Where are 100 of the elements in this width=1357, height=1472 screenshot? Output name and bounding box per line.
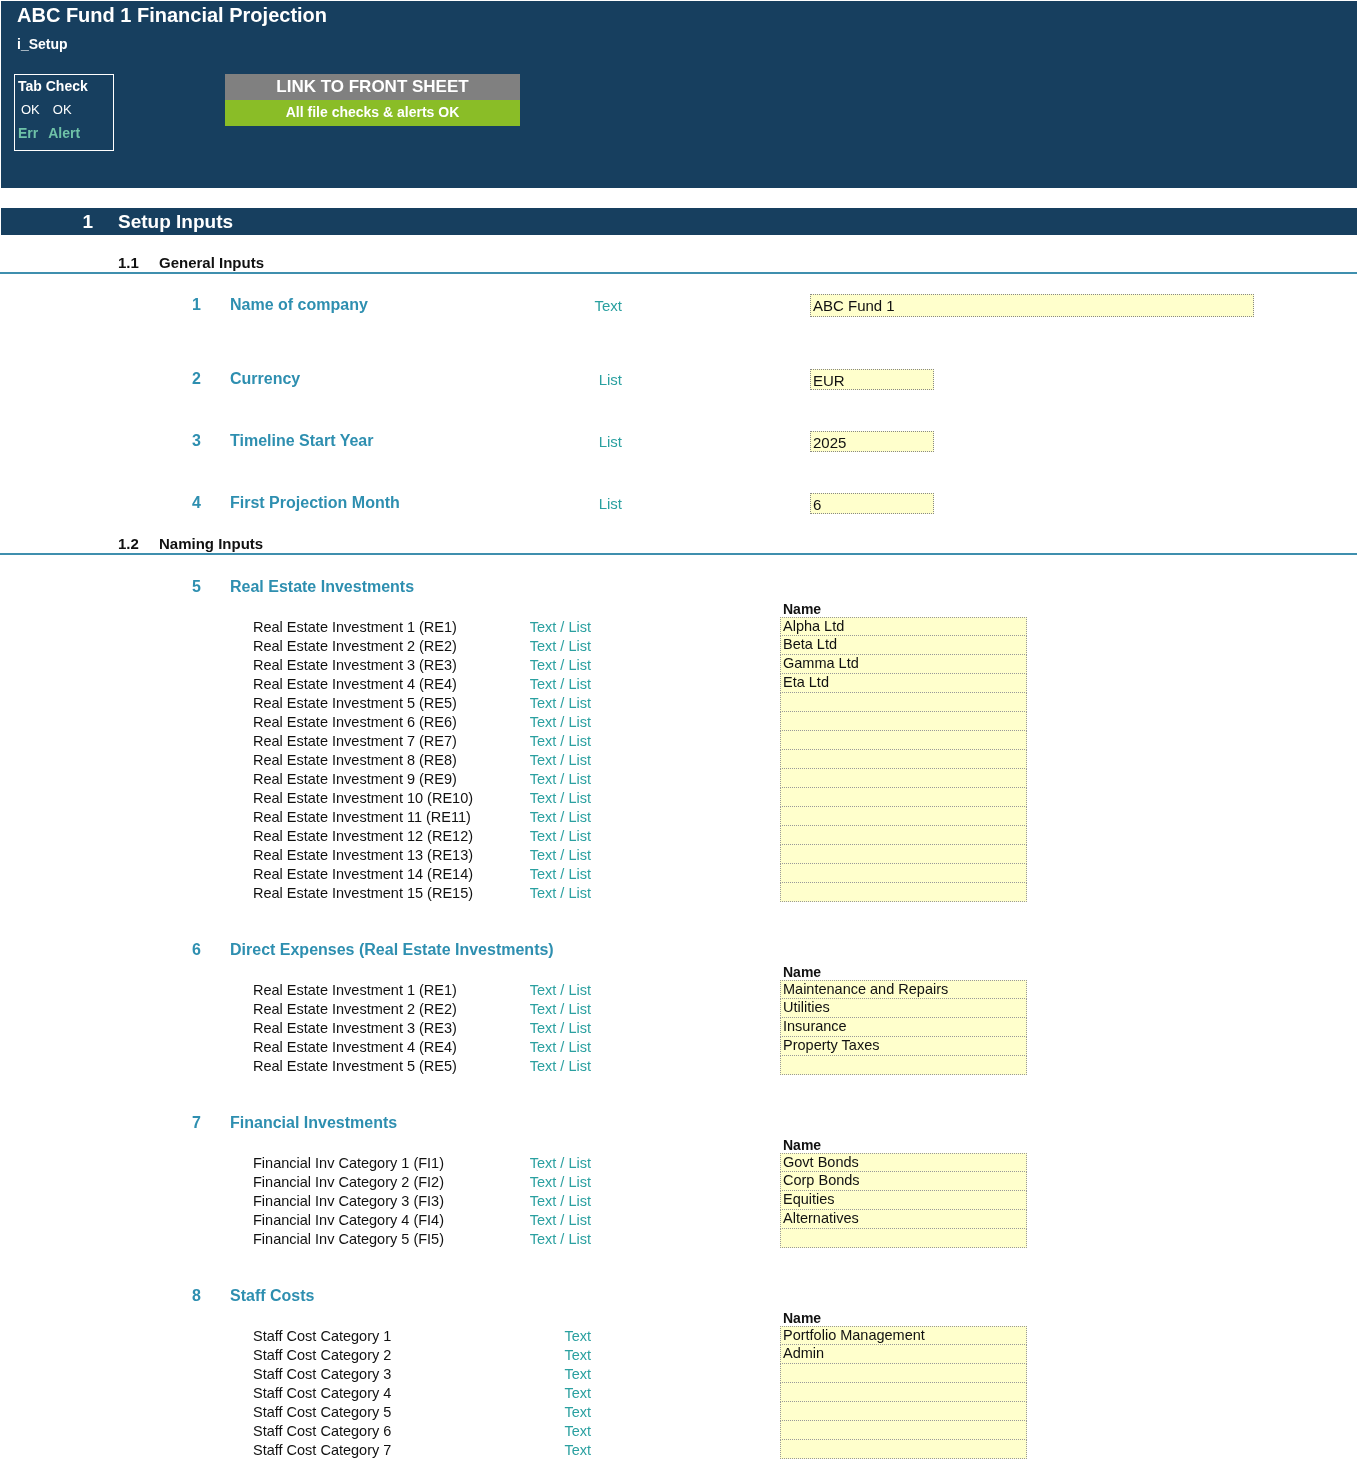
name-input-cell[interactable]: Insurance <box>780 1018 1027 1037</box>
row-label: Real Estate Investment 1 (RE1) <box>253 618 458 635</box>
name-input-cell[interactable]: Equities <box>780 1191 1027 1210</box>
item-number: 1 <box>192 296 202 314</box>
input-type: Text / List <box>528 637 591 654</box>
row-label: Real Estate Investment 3 (RE3) <box>253 656 458 673</box>
name-input-cell[interactable] <box>780 731 1027 750</box>
input-type: Text <box>563 1403 591 1420</box>
row-label: Real Estate Investment 5 (RE5) <box>253 1057 458 1074</box>
input-field[interactable]: 2025 <box>810 430 934 452</box>
item-label: Name of company <box>230 296 369 314</box>
name-input-cell[interactable]: Corp Bonds <box>780 1172 1027 1191</box>
name-input-cell[interactable] <box>780 807 1027 826</box>
name-input-cell[interactable]: Alternatives <box>780 1210 1027 1229</box>
name-input-cell[interactable] <box>780 1402 1027 1421</box>
item-number: 8 <box>192 1287 202 1305</box>
name-input-cell[interactable] <box>780 1421 1027 1440</box>
input-type: Text / List <box>528 751 591 768</box>
input-field[interactable]: ABC Fund 1 <box>810 293 1254 317</box>
subsection-number: 1.2 <box>118 535 140 552</box>
input-type: List <box>597 432 622 450</box>
name-input-cell[interactable]: Alpha Ltd <box>780 617 1027 636</box>
name-input-cell[interactable] <box>780 1056 1027 1075</box>
row-label: Staff Cost Category 4 <box>253 1384 393 1401</box>
column-header: Name <box>783 601 822 617</box>
name-input-cell[interactable] <box>780 1364 1027 1383</box>
name-input-cell[interactable] <box>780 1383 1027 1402</box>
name-input-cell[interactable] <box>780 769 1027 788</box>
input-type: Text / List <box>528 1173 591 1190</box>
column-header: Name <box>783 1310 822 1326</box>
name-input-cell[interactable]: Utilities <box>780 999 1027 1018</box>
row-label: Real Estate Investment 11 (RE11) <box>253 808 472 825</box>
item-number: 3 <box>192 432 202 450</box>
name-input-cell[interactable]: Maintenance and Repairs <box>780 980 1027 999</box>
input-field[interactable]: EUR <box>810 368 934 390</box>
input-type: Text / List <box>528 694 591 711</box>
input-type: Text / List <box>528 808 591 825</box>
input-type: Text <box>563 1365 591 1382</box>
name-input-cell[interactable] <box>780 712 1027 731</box>
name-input-cell[interactable] <box>780 693 1027 712</box>
name-input-cell[interactable] <box>780 826 1027 845</box>
row-label: Financial Inv Category 1 (FI1) <box>253 1154 445 1171</box>
row-label: Financial Inv Category 3 (FI3) <box>253 1192 445 1209</box>
input-field[interactable]: 6 <box>810 492 934 514</box>
checks-status-banner: All file checks & alerts OK <box>225 100 520 126</box>
row-label: Financial Inv Category 4 (FI4) <box>253 1211 445 1228</box>
item-number: 5 <box>192 578 202 596</box>
row-label: Financial Inv Category 5 (FI5) <box>253 1230 445 1247</box>
input-type: Text / List <box>528 981 591 998</box>
subsection-title: Naming Inputs <box>159 535 264 552</box>
input-type: Text / List <box>528 713 591 730</box>
row-label: Real Estate Investment 2 (RE2) <box>253 637 458 654</box>
item-number: 2 <box>192 370 202 388</box>
row-label: Financial Inv Category 2 (FI2) <box>253 1173 445 1190</box>
name-input-cell[interactable] <box>780 845 1027 864</box>
row-label: Real Estate Investment 3 (RE3) <box>253 1019 458 1036</box>
check-value: OK <box>20 102 40 117</box>
input-type: Text / List <box>528 884 591 901</box>
name-input-cell[interactable]: Beta Ltd <box>780 636 1027 655</box>
row-label: Real Estate Investment 8 (RE8) <box>253 751 458 768</box>
name-input-cell[interactable]: Property Taxes <box>780 1037 1027 1056</box>
name-input-cell[interactable]: Gamma Ltd <box>780 655 1027 674</box>
row-label: Real Estate Investment 1 (RE1) <box>253 981 458 998</box>
input-type: Text / List <box>528 1154 591 1171</box>
name-input-cell[interactable] <box>780 1229 1027 1248</box>
row-label: Real Estate Investment 10 (RE10) <box>253 789 475 806</box>
subsection-number: 1.1 <box>118 254 140 271</box>
row-label: Real Estate Investment 6 (RE6) <box>253 713 458 730</box>
item-label: Currency <box>230 370 302 388</box>
row-label: Real Estate Investment 9 (RE9) <box>253 770 458 787</box>
row-label: Real Estate Investment 13 (RE13) <box>253 846 475 863</box>
row-label: Staff Cost Category 6 <box>253 1422 393 1439</box>
item-label: Timeline Start Year <box>230 432 375 450</box>
name-input-cell[interactable] <box>780 1440 1027 1459</box>
name-input-cell[interactable] <box>780 864 1027 883</box>
row-label: Real Estate Investment 14 (RE14) <box>253 865 475 882</box>
row-label: Real Estate Investment 2 (RE2) <box>253 1000 458 1017</box>
input-type: List <box>597 370 622 388</box>
name-input-cell[interactable]: Govt Bonds <box>780 1153 1027 1172</box>
input-type: Text / List <box>528 1192 591 1209</box>
input-type: Text / List <box>528 675 591 692</box>
name-input-cell[interactable] <box>780 788 1027 807</box>
row-label: Real Estate Investment 5 (RE5) <box>253 694 458 711</box>
front-sheet-link-button[interactable]: LINK TO FRONT SHEET <box>225 74 520 100</box>
row-label: Real Estate Investment 4 (RE4) <box>253 675 458 692</box>
name-input-cell[interactable]: Admin <box>780 1345 1027 1364</box>
name-input-cell[interactable] <box>780 883 1027 902</box>
input-type: Text / List <box>528 732 591 749</box>
item-number: 6 <box>192 941 202 959</box>
workbook-title: ABC Fund 1 Financial Projection <box>17 4 328 27</box>
input-type: Text <box>563 1384 591 1401</box>
check-label: Alert <box>48 125 81 141</box>
name-input-cell[interactable]: Portfolio Management <box>780 1326 1027 1345</box>
row-label: Staff Cost Category 5 <box>253 1403 393 1420</box>
name-input-cell[interactable]: Eta Ltd <box>780 674 1027 693</box>
row-label: Staff Cost Category 1 <box>253 1327 393 1344</box>
name-input-cell[interactable] <box>780 750 1027 769</box>
input-type: Text <box>563 1346 591 1363</box>
group-title: Direct Expenses (Real Estate Investments) <box>230 941 554 959</box>
column-header: Name <box>783 1137 822 1153</box>
